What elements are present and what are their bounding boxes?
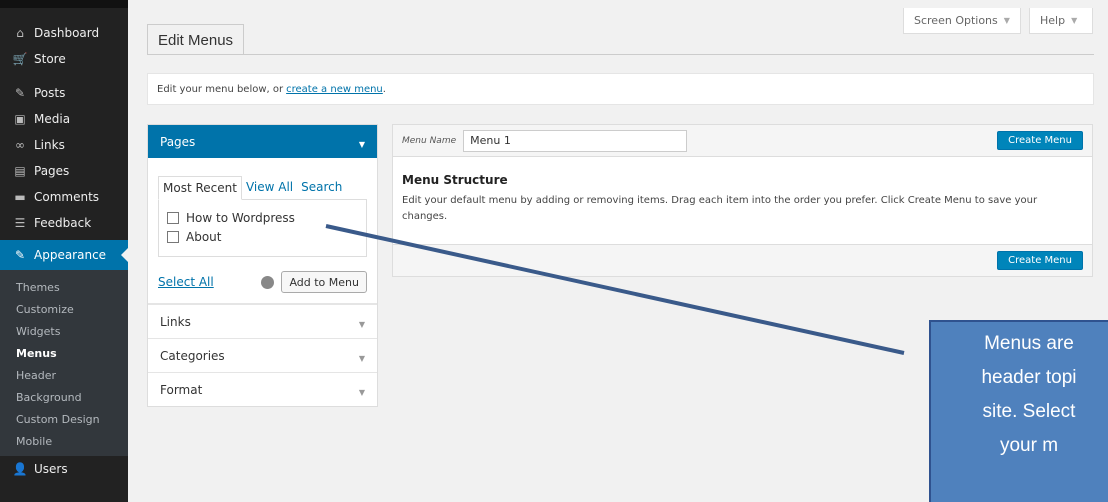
create-menu-button-footer[interactable]: Create Menu	[997, 251, 1083, 270]
paintbrush-icon: ✎	[14, 248, 26, 262]
sidebar-item-comments[interactable]: ▬ Comments	[0, 184, 128, 210]
tab-most-recent[interactable]: Most Recent	[158, 176, 242, 200]
menu-name-input[interactable]: Menu 1	[463, 129, 688, 152]
menu-name-label: Menu Name	[402, 135, 457, 146]
pages-checklist: How to Wordpress About	[158, 199, 367, 257]
sidebar-item-label: Media	[34, 112, 71, 126]
menu-structure: Menu Structure Edit your default menu by…	[393, 157, 1092, 245]
submenu-item-menus[interactable]: Menus	[0, 342, 128, 364]
submenu-item-customize[interactable]: Customize	[0, 298, 128, 320]
notice-bar: Edit your menu below, or create a new me…	[147, 73, 1094, 105]
section-title: Pages	[160, 134, 196, 149]
sidebar-item-label: Posts	[34, 86, 66, 100]
tab-view-all[interactable]: View All	[242, 176, 297, 200]
checkbox[interactable]	[167, 211, 179, 224]
help-label: Help	[1040, 14, 1066, 27]
comment-icon: ▬	[14, 190, 26, 204]
notice-text: Edit your menu below, or	[157, 83, 284, 95]
feedback-icon: ☰	[14, 216, 26, 230]
sidebar-item-label: Links	[34, 138, 65, 152]
chevron-down-icon: ▼	[1071, 16, 1078, 25]
sidebar-item-label: Appearance	[34, 248, 107, 262]
screen-options-button[interactable]: Screen Options ▼	[903, 8, 1021, 34]
submenu-item-header[interactable]: Header	[0, 364, 128, 386]
caret-down-icon: ▼	[358, 320, 365, 329]
sidebar-item-store[interactable]: 🛒 Store	[0, 46, 128, 72]
accordion-section-format[interactable]: Format ▼	[148, 372, 377, 406]
checkbox[interactable]	[167, 230, 179, 243]
cart-icon: 🛒	[12, 52, 28, 66]
submenu-item-themes[interactable]: Themes	[0, 276, 128, 298]
page-icon: ▤	[14, 164, 26, 178]
sidebar-item-pages[interactable]: ▤ Pages	[0, 158, 128, 184]
sidebar-item-users[interactable]: 👤 Users	[0, 456, 128, 482]
pages-tabs: Most Recent View All Search	[158, 176, 367, 200]
pages-panel: Most Recent View All Search How to Wordp…	[148, 158, 377, 304]
users-icon: 👤	[12, 462, 28, 476]
annotation-callout: Menus are header topi site. Select your …	[929, 320, 1108, 502]
callout-line: header topi	[981, 367, 1077, 388]
section-title: Format	[160, 382, 203, 397]
create-menu-button[interactable]: Create Menu	[997, 131, 1083, 150]
add-to-menu-button[interactable]: Add to Menu	[281, 271, 367, 293]
menu-structure-title: Menu Structure	[402, 173, 508, 187]
section-title: Categories	[160, 348, 225, 363]
pages-actions: Select All Add to Menu	[158, 271, 367, 293]
sidebar-item-label: Users	[34, 462, 68, 476]
sidebar-item-label: Comments	[34, 190, 100, 204]
admin-sidebar: ⌂ Dashboard 🛒 Store ✎ Posts ▣ Media ∞ Links ▤ Pages…	[0, 0, 128, 502]
sidebar-item-label: Pages	[34, 164, 70, 178]
select-all-link[interactable]: Select All	[158, 275, 214, 289]
link-icon: ∞	[15, 138, 25, 152]
sidebar-item-posts[interactable]: ✎ Posts	[0, 80, 128, 106]
sidebar-item-label: Dashboard	[34, 26, 100, 40]
callout-line: site. Select	[982, 401, 1076, 422]
accordion-section-categories[interactable]: Categories ▼	[148, 338, 377, 372]
menu-editor: Menu Name Menu 1 Create Menu Menu Struct…	[392, 124, 1093, 277]
notice-suffix: .	[382, 83, 386, 95]
callout-line: Menus are	[984, 333, 1074, 354]
submenu-item-custom-design[interactable]: Custom Design	[0, 408, 128, 430]
help-button[interactable]: Help ▼	[1029, 8, 1093, 34]
page-label: How to Wordpress	[186, 210, 295, 225]
list-item[interactable]: How to Wordpress	[167, 208, 358, 227]
caret-down-icon: ▼	[358, 388, 365, 397]
sidebar-item-media[interactable]: ▣ Media	[0, 106, 128, 132]
menu-editor-header: Menu Name Menu 1 Create Menu	[393, 125, 1092, 157]
accordion-section-pages[interactable]: Pages ▼	[148, 125, 377, 158]
appearance-submenu: Themes Customize Widgets Menus Header Backgro…	[0, 270, 128, 456]
submenu-item-widgets[interactable]: Widgets	[0, 320, 128, 342]
chevron-down-icon: ▼	[1003, 16, 1010, 25]
submenu-item-mobile[interactable]: Mobile	[0, 430, 128, 452]
submenu-item-background[interactable]: Background	[0, 386, 128, 408]
pin-icon: ✎	[14, 86, 26, 100]
page-label: About	[186, 229, 222, 244]
sidebar-item-label: Feedback	[34, 216, 92, 230]
list-item[interactable]: About	[167, 227, 358, 246]
menu-structure-description: Edit your default menu by adding or remo…	[402, 195, 1038, 222]
caret-down-icon: ▼	[358, 140, 365, 149]
sidebar-item-links[interactable]: ∞ Links	[0, 132, 128, 158]
caret-down-icon: ▼	[358, 354, 365, 363]
create-new-menu-link[interactable]: create a new menu	[286, 84, 383, 95]
section-title: Links	[160, 314, 191, 329]
media-icon: ▣	[14, 112, 26, 126]
add-menu-items-accordion: Pages ▼ Most Recent View All Search How …	[147, 124, 378, 407]
accordion-section-links[interactable]: Links ▼	[148, 304, 377, 338]
menu-editor-footer: Create Menu	[393, 245, 1092, 276]
screen-options-label: Screen Options	[914, 14, 998, 27]
divider	[147, 54, 1094, 55]
sidebar-item-feedback[interactable]: ☰ Feedback	[0, 210, 128, 236]
callout-line: your m	[999, 435, 1059, 456]
sidebar-item-dashboard[interactable]: ⌂ Dashboard	[0, 20, 128, 46]
spinner-icon	[261, 275, 275, 289]
page-title: Edit Menus	[147, 24, 245, 55]
home-icon: ⌂	[16, 26, 24, 40]
sidebar-item-appearance[interactable]: ✎ Appearance	[0, 240, 128, 270]
sidebar-item-label: Store	[34, 52, 66, 66]
tab-search[interactable]: Search	[297, 176, 346, 200]
